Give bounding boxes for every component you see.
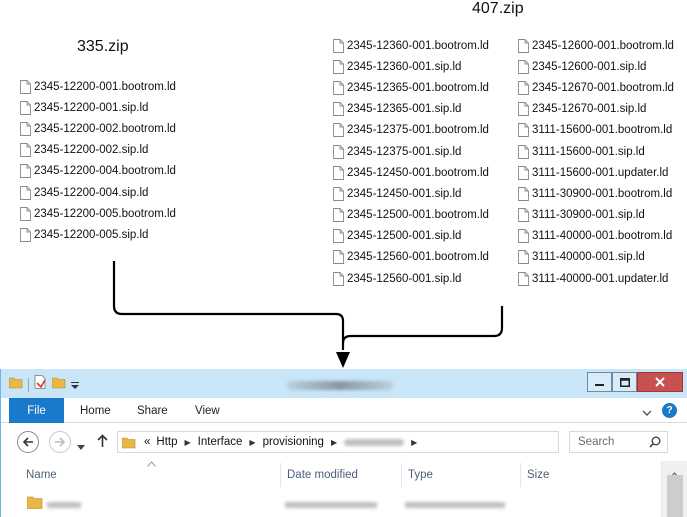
column-name[interactable]: Name	[20, 461, 280, 488]
breadcrumb-redacted[interactable]	[344, 438, 405, 446]
tab-home[interactable]: Home	[80, 398, 111, 423]
vertical-scrollbar[interactable]	[661, 461, 687, 517]
search-icon[interactable]	[649, 436, 661, 451]
properties-icon[interactable]	[34, 375, 47, 394]
tab-share[interactable]: Share	[137, 398, 168, 423]
folder-icon	[122, 436, 136, 449]
maximize-icon	[619, 377, 630, 387]
row-type-redacted	[405, 502, 505, 508]
back-button[interactable]	[17, 431, 39, 453]
breadcrumb-overflow[interactable]: «	[144, 436, 150, 448]
scrollbar-thumb[interactable]	[667, 475, 683, 517]
folder-icon	[26, 495, 43, 514]
expand-ribbon-icon[interactable]	[642, 405, 652, 423]
tab-view[interactable]: View	[195, 398, 220, 423]
close-icon	[655, 377, 665, 387]
breadcrumb-provisioning[interactable]: provisioning	[263, 436, 324, 448]
forward-button[interactable]	[49, 431, 71, 453]
tab-file[interactable]: File	[9, 398, 64, 423]
file-list-row[interactable]	[1, 493, 661, 517]
merge-arrows	[112, 261, 504, 368]
folder-icon[interactable]	[8, 376, 23, 394]
up-arrow-icon[interactable]	[97, 434, 108, 453]
search-input[interactable]: Search	[569, 431, 668, 453]
close-button[interactable]	[637, 372, 683, 392]
toolbar-separator	[28, 377, 29, 392]
breadcrumb-separator-icon[interactable]: ▶	[331, 438, 337, 447]
search-placeholder: Search	[578, 436, 615, 448]
breadcrumb-separator-icon[interactable]: ▶	[411, 438, 417, 447]
minimize-icon	[595, 383, 604, 386]
breadcrumb-separator-icon[interactable]: ▶	[249, 438, 255, 447]
arrow-from-407	[341, 306, 504, 344]
column-date-modified[interactable]: Date modified	[281, 461, 401, 488]
breadcrumb-separator-icon[interactable]: ▶	[185, 438, 191, 447]
quick-access-toolbar	[8, 375, 79, 394]
column-type[interactable]: Type	[402, 461, 520, 488]
window-title-redacted	[287, 381, 393, 390]
arrow-from-335	[112, 261, 345, 350]
column-size[interactable]: Size	[521, 461, 601, 488]
ribbon-tabs: File Home Share View ?	[1, 398, 687, 423]
row-date-redacted	[285, 502, 377, 508]
address-bar[interactable]: « Http ▶ Interface ▶ provisioning ▶ ▶	[117, 431, 668, 453]
column-headers: Name Date modified Type Size	[1, 461, 661, 488]
breadcrumb-http[interactable]: Http	[156, 436, 177, 448]
new-folder-icon[interactable]	[51, 376, 66, 394]
customize-toolbar-icon[interactable]	[71, 376, 79, 394]
breadcrumb-interface[interactable]: Interface	[198, 436, 243, 448]
explorer-window: File Home Share View ? « Http ▶ Interfac…	[0, 369, 687, 517]
navigation-bar: « Http ▶ Interface ▶ provisioning ▶ ▶ Se…	[1, 423, 687, 461]
recent-locations-icon[interactable]	[77, 438, 85, 456]
maximize-button[interactable]	[612, 372, 637, 392]
arrow-head	[336, 352, 350, 368]
back-arrow-icon	[22, 437, 33, 447]
forward-arrow-icon	[55, 437, 66, 447]
help-icon[interactable]: ?	[662, 403, 677, 418]
title-bar	[1, 369, 687, 398]
row-name-redacted	[47, 502, 81, 508]
minimize-button[interactable]	[587, 372, 612, 392]
